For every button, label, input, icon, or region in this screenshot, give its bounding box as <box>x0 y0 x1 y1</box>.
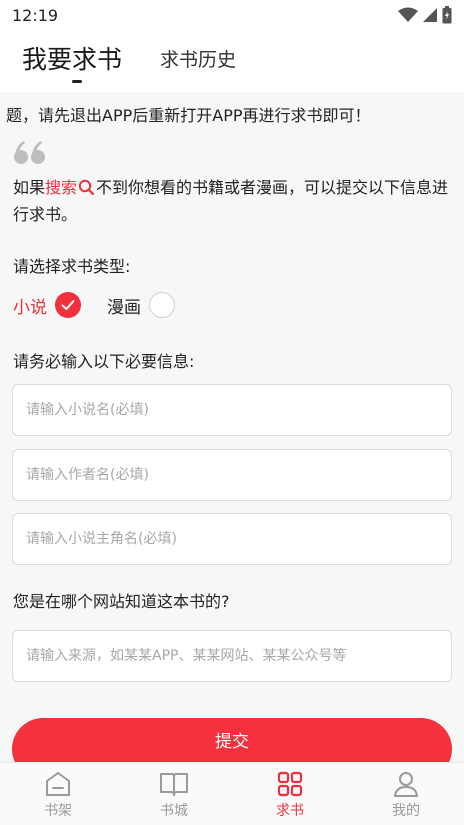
nav-item-bookstore[interactable]: 书城 <box>116 763 232 825</box>
nav-label-request-book: 求书 <box>276 803 304 819</box>
notice-text: 题，请先退出APP后重新打开APP再进行求书即可！ <box>6 106 371 125</box>
nav-item-mine[interactable]: 我的 <box>348 763 464 825</box>
novel-name-input[interactable] <box>12 384 452 436</box>
nav-label-mine: 我的 <box>392 803 420 819</box>
source-label: 您是在哪个网站知道这本书的? <box>13 592 230 611</box>
bookshelf-icon <box>46 772 70 796</box>
submit-button[interactable]: 提交 <box>12 718 452 762</box>
type-option-comic[interactable]: 漫画 <box>107 292 175 318</box>
intro-text: 如果搜索 不到你想看的书籍或者漫画，可以提交以下信息进行求书。 <box>13 174 453 228</box>
type-options: 小说 漫画 <box>13 292 175 318</box>
type-option-novel-label: 小说 <box>13 297 47 318</box>
tab-request-history[interactable]: 求书历史 <box>160 45 236 72</box>
protagonist-name-input[interactable] <box>12 513 452 565</box>
nav-label-bookshelf: 书架 <box>44 803 72 819</box>
source-input[interactable] <box>12 630 452 682</box>
nav-item-bookshelf[interactable]: 书架 <box>0 763 116 825</box>
wifi-icon <box>398 7 418 22</box>
tab-active-indicator <box>72 80 82 83</box>
search-link[interactable]: 搜索 <box>45 178 96 197</box>
status-icons <box>398 6 452 24</box>
nav-label-bookstore: 书城 <box>160 803 188 819</box>
quote-icon <box>14 141 45 164</box>
grid-icon <box>277 771 303 797</box>
check-circle-icon[interactable] <box>55 292 81 318</box>
bottom-nav: 书架 书城 求书 我的 <box>0 762 464 825</box>
type-label: 请选择求书类型: <box>13 257 131 276</box>
battery-icon <box>442 6 452 24</box>
status-bar: 12:19 <box>0 0 464 30</box>
signal-icon <box>423 8 437 22</box>
author-name-input[interactable] <box>12 449 452 501</box>
nav-item-request-book[interactable]: 求书 <box>232 763 348 825</box>
user-icon <box>394 772 418 797</box>
type-option-novel[interactable]: 小说 <box>13 292 81 318</box>
search-icon <box>78 179 95 195</box>
intro-prefix: 如果 <box>13 178 46 197</box>
required-label: 请务必输入以下必要信息: <box>13 352 195 371</box>
type-option-comic-label: 漫画 <box>107 297 141 318</box>
empty-circle-icon[interactable] <box>149 292 175 318</box>
tab-request-book[interactable]: 我要求书 <box>22 40 122 76</box>
status-time: 12:19 <box>12 5 59 25</box>
request-form: 题，请先退出APP后重新打开APP再进行求书即可！ 如果搜索 不到你想看的书籍或者… <box>0 92 464 762</box>
header-tabs: 我要求书 求书历史 <box>0 30 464 92</box>
book-icon <box>160 773 188 796</box>
search-link-label: 搜索 <box>45 178 78 197</box>
